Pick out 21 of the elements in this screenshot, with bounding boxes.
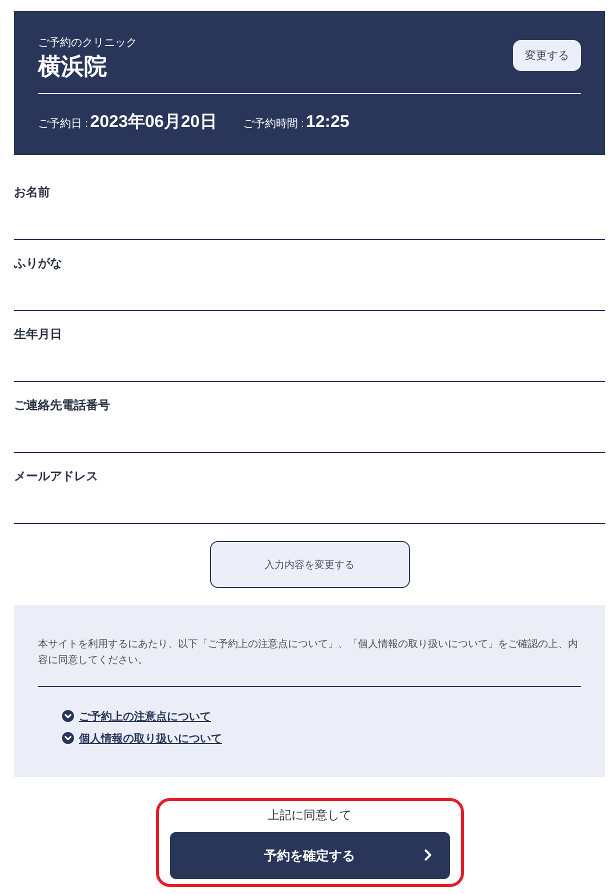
field-label: ご連絡先電話番号 — [14, 398, 111, 412]
field-label: 生年月日 — [14, 327, 63, 341]
time-label: ご予約時間 : — [242, 117, 304, 131]
date-value: 2023年06月20日 — [90, 111, 217, 133]
chevron-right-icon — [424, 849, 432, 861]
info-link[interactable]: ご予約上の注意点について — [79, 708, 211, 724]
agreement-text: 本サイトを利用するにあたり、以下「ご予約上の注意点について」、「個人情報の取り扱いについて」をご確認の上、内容に同意してください。 — [38, 638, 579, 668]
date-label: ご予約日 : — [38, 117, 88, 131]
field-label: メールアドレス — [14, 469, 99, 483]
time-value: 12:25 — [306, 111, 350, 133]
info-link[interactable]: 個人情報の取り扱いについて — [79, 730, 222, 746]
change-clinic-button[interactable]: 変更する — [513, 40, 581, 70]
edit-input-button[interactable]: 入力内容を変更する — [210, 541, 410, 588]
agree-note: 上記に同意して — [268, 807, 352, 823]
chevron-down-circle-icon — [62, 710, 74, 722]
confirm-reservation-button[interactable]: 予約を確定する — [170, 832, 450, 879]
clinic-label: ご予約のクリニック — [38, 36, 137, 51]
chevron-down-circle-icon — [62, 732, 74, 744]
clinic-name: 横浜院 — [38, 52, 108, 81]
field-label: お名前 — [14, 185, 51, 199]
field-label: ふりがな — [14, 256, 63, 270]
